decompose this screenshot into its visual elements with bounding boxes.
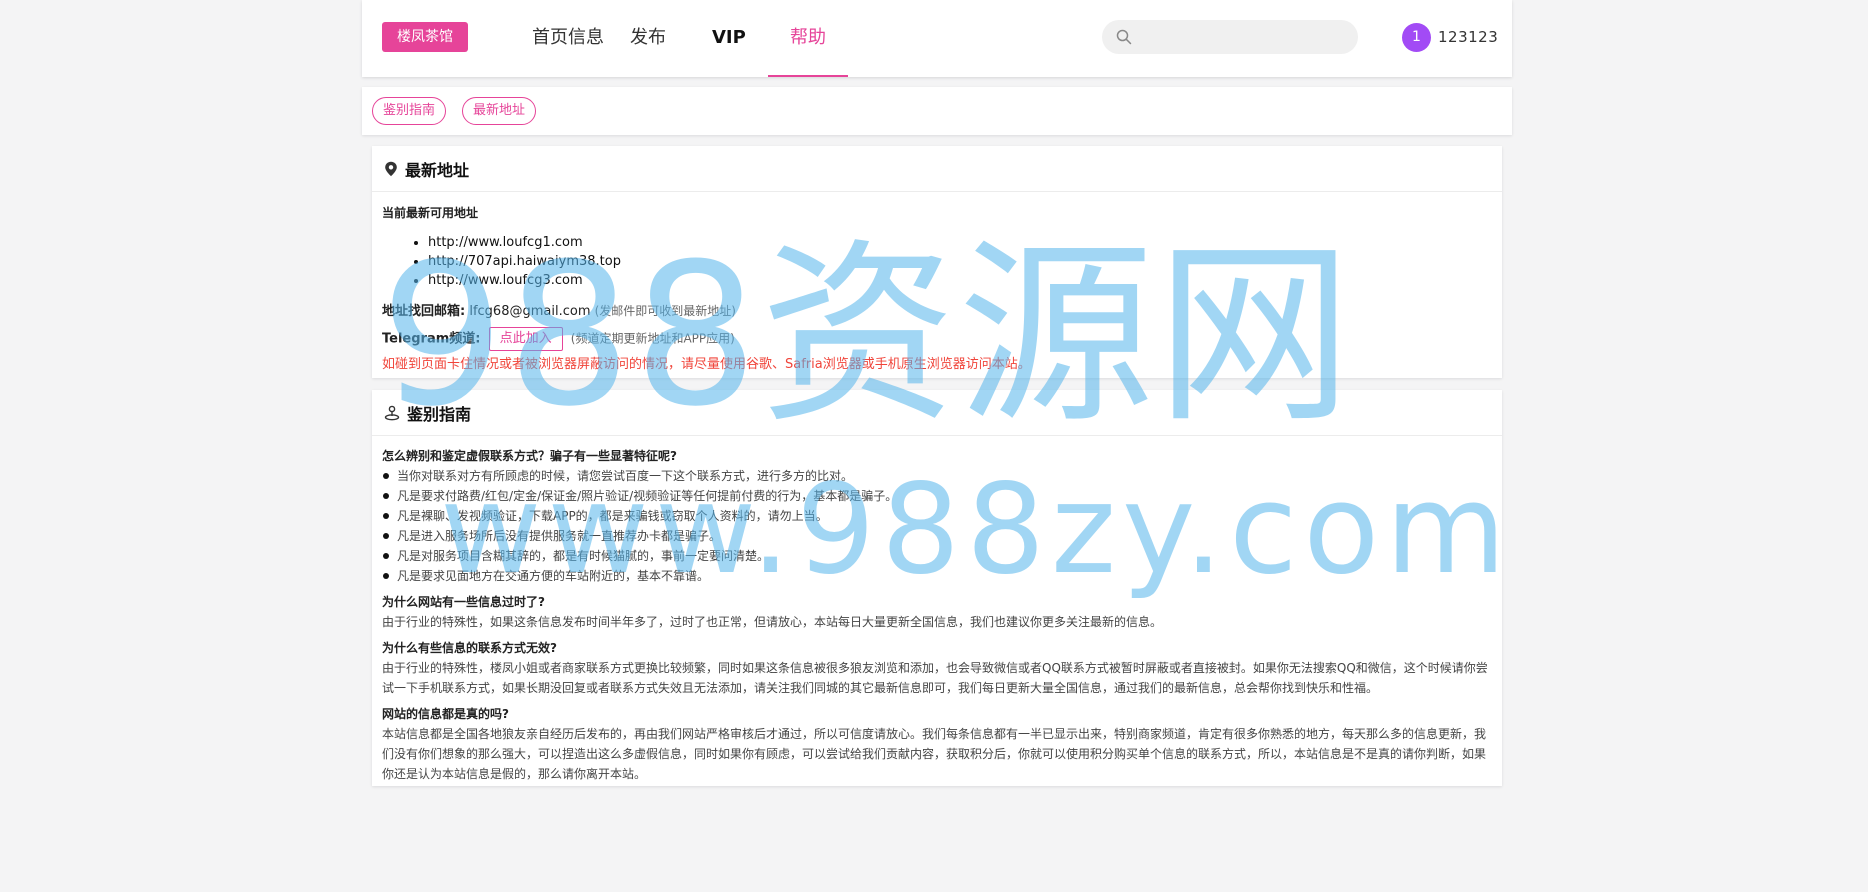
faq-answer: 由于行业的特殊性，楼凤小姐或者商家联系方式更换比较频繁，同时如果这条信息被很多狼… <box>382 661 1488 695</box>
address-link[interactable]: http://www.loufcg1.com <box>428 233 1492 252</box>
faq-question: 为什么网站有一些信息过时了? <box>382 595 545 609</box>
guide-card: 鉴别指南 怎么辨别和鉴定虚假联系方式？骗子有一些显著特征呢? 当你对联系对方有所… <box>372 390 1502 786</box>
telegram-row: Telegram频道: 点此加入 (频道定期更新地址和APP应用) <box>382 327 1492 351</box>
latest-address-title: 最新地址 <box>405 160 470 180</box>
joystick-icon <box>384 405 400 420</box>
faq-answer: 本站信息都是全国各地狼友亲自经历后发布的，再由我们网站严格审核后才通过，所以可信… <box>382 727 1487 781</box>
list-item: 凡是对服务项目含糊其辞的，都是有时候猫腻的，事前一定要问清楚。 <box>382 546 1492 566</box>
email-note: (发邮件即可收到最新地址) <box>594 304 736 318</box>
email-value[interactable]: lfcg68@gmail.com <box>469 304 590 319</box>
list-item: 凡是进入服务场所后没有提供服务就一直推荐办卡都是骗子。 <box>382 526 1492 546</box>
faq-question: 为什么有些信息的联系方式无效? <box>382 641 557 655</box>
tag-bar: 鉴别指南 最新地址 <box>362 87 1512 135</box>
username[interactable]: 123123 <box>1438 28 1498 46</box>
browser-warning: 如碰到页面卡住情况或者被浏览器屏蔽访问的情况，请尽量使用谷歌、Safria浏览器… <box>382 357 1031 372</box>
faq-question: 怎么辨别和鉴定虚假联系方式？骗子有一些显著特征呢? <box>382 449 677 463</box>
email-row: 地址找回邮箱: lfcg68@gmail.com (发邮件即可收到最新地址) <box>382 300 1492 319</box>
logo-button[interactable]: 楼凤茶馆 <box>382 22 468 52</box>
nav-publish[interactable]: 发布 <box>630 0 666 77</box>
guide-header: 鉴别指南 <box>372 390 1502 436</box>
address-list: http://www.loufcg1.com http://707api.hai… <box>428 233 1492 290</box>
search-input[interactable] <box>1140 20 1350 54</box>
nav-vip[interactable]: VIP <box>712 0 746 77</box>
address-link[interactable]: http://707api.haiwaiym38.top <box>428 252 1492 271</box>
tag-guide[interactable]: 鉴别指南 <box>372 97 447 125</box>
search-box <box>1102 20 1358 54</box>
tag-latest-address[interactable]: 最新地址 <box>462 97 537 125</box>
nav-help[interactable]: 帮助 <box>768 0 848 77</box>
nav-home[interactable]: 首页信息 <box>532 0 604 77</box>
telegram-join-button[interactable]: 点此加入 <box>488 327 563 351</box>
search-icon[interactable] <box>1116 29 1132 45</box>
list-item: 当你对联系对方有所顾虑的时候，请您尝试百度一下这个联系方式，进行多方的比对。 <box>382 466 1492 486</box>
faq-answer: 由于行业的特殊性，如果这条信息发布时间半年多了，过时了也正常，但请放心，本站每日… <box>382 615 1163 629</box>
telegram-note: (频道定期更新地址和APP应用) <box>570 331 735 346</box>
latest-address-card: 最新地址 当前最新可用地址 http://www.loufcg1.com htt… <box>372 146 1502 378</box>
address-link[interactable]: http://www.loufcg3.com <box>428 271 1492 290</box>
fraud-signs-list: 当你对联系对方有所顾虑的时候，请您尝试百度一下这个联系方式，进行多方的比对。 凡… <box>382 466 1492 586</box>
list-item: 凡是裸聊、发视频验证，下载APP的，都是来骗钱或窃取个人资料的，请勿上当。 <box>382 506 1492 526</box>
top-header: 楼凤茶馆 首页信息 发布 VIP 帮助 1 123123 <box>362 0 1512 77</box>
latest-address-header: 最新地址 <box>372 146 1502 192</box>
list-item: 凡是要求付路费/红包/定金/保证金/照片验证/视频验证等任何提前付费的行为，基本… <box>382 486 1492 506</box>
location-pin-icon <box>385 161 397 176</box>
avatar[interactable]: 1 <box>1402 23 1431 52</box>
email-label: 地址找回邮箱: <box>382 304 466 319</box>
latest-address-subtitle: 当前最新可用地址 <box>382 206 479 220</box>
guide-title: 鉴别指南 <box>407 404 472 424</box>
faq-question: 网站的信息都是真的吗? <box>382 707 509 721</box>
telegram-label: Telegram频道: <box>382 331 481 347</box>
list-item: 凡是要求见面地方在交通方便的车站附近的，基本不靠谱。 <box>382 566 1492 586</box>
